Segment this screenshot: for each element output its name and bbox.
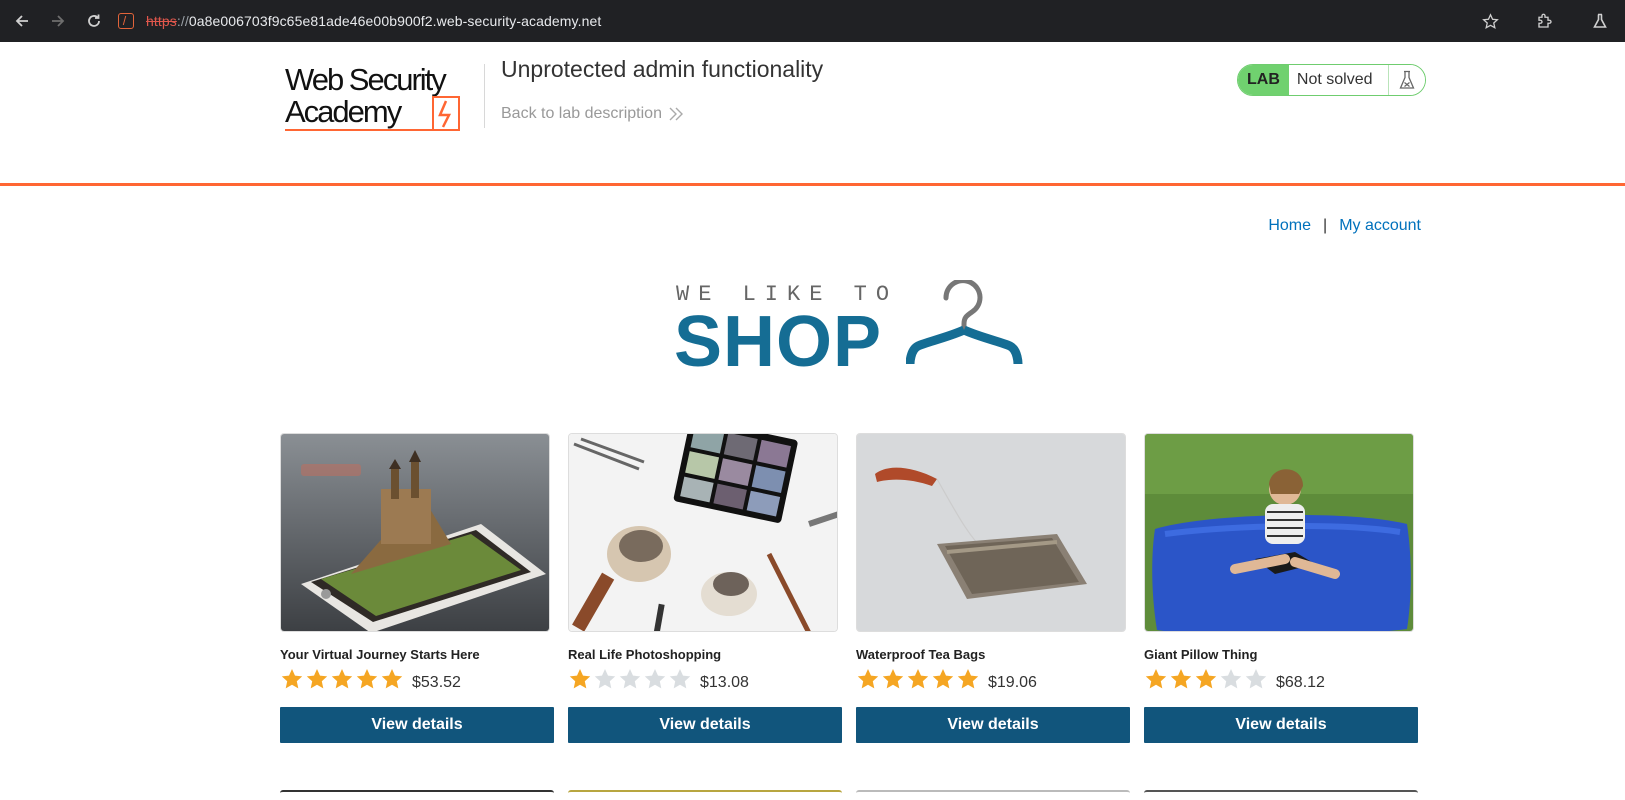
product-card-stub [568,790,842,800]
star-filled-icon [1194,667,1218,696]
product-image[interactable] [280,433,550,632]
star-empty-icon [1219,667,1243,696]
star-filled-icon [1144,667,1168,696]
url-host: 0a8e006703f9c65e81ade46e00b900f2.web-sec… [188,13,602,29]
product-image[interactable] [1144,433,1414,632]
reload-icon[interactable] [76,3,112,39]
star-filled-icon [1169,667,1193,696]
view-details-button[interactable]: View details [568,707,842,743]
site-favicon-icon [118,13,134,29]
product-card-stub [280,790,554,800]
star-filled-icon [305,667,329,696]
star-filled-icon [568,667,592,696]
view-details-button[interactable]: View details [1144,707,1418,743]
star-filled-icon [380,667,404,696]
product-card: Waterproof Tea Bags $19.06 View details [856,433,1130,743]
product-grid: Your Virtual Journey Starts Here $53.52 Vi… [280,433,1421,743]
star-filled-icon [330,667,354,696]
address-bar[interactable]: https://0a8e006703f9c65e81ade46e00b900f2… [118,6,601,36]
product-rating-stars [568,667,692,696]
lab-flask-icon [1389,65,1426,95]
lab-header: Web Security Academy Unprotected admin f… [0,42,1625,186]
logo-line1: Web Security [285,62,447,97]
logo-line2: Academy [285,94,403,129]
product-rating-row: $13.08 [568,668,842,694]
star-filled-icon [280,667,304,696]
product-name: Waterproof Tea Bags [856,647,986,662]
view-details-button[interactable]: View details [856,707,1130,743]
star-filled-icon [856,667,880,696]
product-rating-stars [856,667,980,696]
next-product-row [280,790,1421,800]
url-separator: :// [176,13,189,29]
back-link-label: Back to lab description [501,105,662,122]
home-link[interactable]: Home [1268,217,1311,235]
star-filled-icon [931,667,955,696]
product-rating-row: $53.52 [280,668,554,694]
product-price: $13.08 [700,674,749,691]
product-name: Your Virtual Journey Starts Here [280,647,480,662]
product-image[interactable] [856,433,1126,632]
bookmark-star-icon[interactable] [1465,0,1515,42]
logo-divider [484,64,485,128]
extensions-icon[interactable] [1520,0,1570,42]
labs-flask-icon[interactable] [1575,0,1625,42]
shop-hero-banner: WE LIKE TO SHOP [674,280,1034,380]
lab-status-widget: LAB Not solved [1237,64,1427,96]
back-to-lab-description-link[interactable]: Back to lab description [501,105,684,123]
clothes-hanger-icon [906,280,1023,365]
product-rating-stars [1144,667,1268,696]
star-empty-icon [618,667,642,696]
product-card: Real Life Photoshopping $13.08 View detail… [568,433,842,743]
hero-shop-text: SHOP [674,302,883,382]
product-rating-row: $68.12 [1144,668,1418,694]
lab-title: Unprotected admin functionality [501,56,824,82]
nav-separator: | [1323,217,1328,234]
star-filled-icon [881,667,905,696]
product-rating-stars [280,667,404,696]
product-name: Real Life Photoshopping [568,647,722,662]
product-price: $53.52 [412,674,461,691]
star-empty-icon [1244,667,1268,696]
star-empty-icon [643,667,667,696]
product-price: $19.06 [988,674,1037,691]
product-price: $68.12 [1276,674,1325,691]
forward-arrow-icon[interactable] [40,3,76,39]
product-name: Giant Pillow Thing [1144,647,1258,662]
product-rating-row: $19.06 [856,668,1130,694]
product-card-stub [856,790,1130,800]
lab-status-text: Not solved [1288,65,1390,95]
view-details-button[interactable]: View details [280,707,554,743]
web-security-academy-logo[interactable]: Web Security Academy [283,60,483,132]
star-empty-icon [668,667,692,696]
url-scheme: https [146,13,177,29]
browser-toolbar: https://0a8e006703f9c65e81ade46e00b900f2… [0,0,1625,42]
product-card: Giant Pillow Thing $68.12 View details [1144,433,1418,743]
star-filled-icon [956,667,980,696]
star-filled-icon [906,667,930,696]
product-image[interactable] [568,433,838,632]
lab-badge: LAB [1238,65,1289,95]
account-nav: Home | My account [1268,217,1421,235]
product-card-stub [1144,790,1418,800]
double-chevron-right-icon [669,107,683,121]
my-account-link[interactable]: My account [1339,217,1421,235]
star-filled-icon [355,667,379,696]
product-card: Your Virtual Journey Starts Here $53.52 Vi… [280,433,554,743]
back-arrow-icon[interactable] [4,3,40,39]
star-empty-icon [593,667,617,696]
